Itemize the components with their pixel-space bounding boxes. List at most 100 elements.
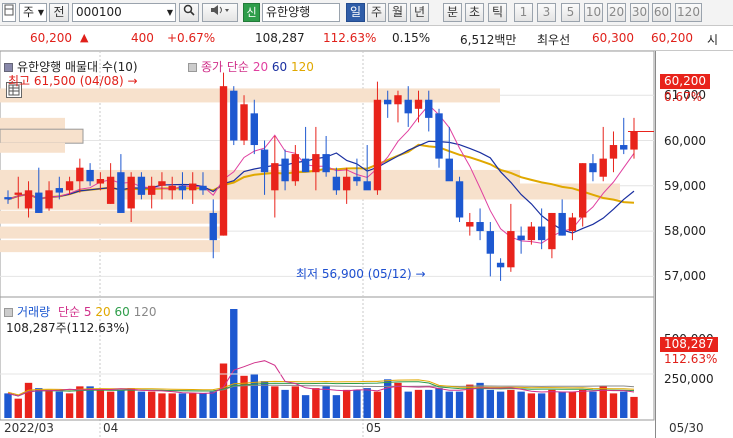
candle-body bbox=[4, 197, 12, 200]
interval-button-10[interactable]: 10 bbox=[584, 3, 603, 22]
period-tab-0[interactable]: 일 bbox=[346, 3, 365, 22]
low-marker-label: 최저 56,900 (05/12) → bbox=[296, 265, 426, 282]
volume-bar bbox=[55, 391, 64, 418]
candle-body bbox=[466, 222, 474, 227]
volume-bar bbox=[219, 363, 228, 418]
volume-profile-bar bbox=[0, 88, 500, 103]
volume-bar bbox=[271, 386, 279, 418]
stock-name-field[interactable]: 유한양행 bbox=[262, 3, 340, 22]
vol-ma20-label: 20 bbox=[95, 305, 111, 319]
speaker-icon[interactable] bbox=[202, 3, 238, 22]
candle-body bbox=[486, 231, 495, 254]
candle-body bbox=[35, 192, 43, 213]
period-tab-5[interactable]: 초 bbox=[465, 3, 484, 22]
volume-bar bbox=[496, 391, 505, 418]
interval-button-120[interactable]: 120 bbox=[675, 3, 702, 22]
interval-button-1[interactable]: 1 bbox=[514, 3, 533, 22]
candle-body bbox=[599, 158, 607, 177]
candle-body bbox=[281, 158, 289, 182]
interval-button-3[interactable]: 3 bbox=[537, 3, 556, 22]
candle-body bbox=[106, 176, 115, 204]
period-tab-4[interactable]: 분 bbox=[443, 3, 462, 22]
vol-ma120-label: 120 bbox=[133, 305, 157, 319]
interval-button-30[interactable]: 30 bbox=[630, 3, 649, 22]
period-select[interactable]: 주 ▼ bbox=[19, 3, 47, 22]
candle-body bbox=[630, 131, 638, 150]
volume-bar bbox=[301, 395, 310, 418]
volume-bar bbox=[322, 386, 330, 418]
interval-button-60[interactable]: 60 bbox=[652, 3, 671, 22]
price-volume-chart[interactable] bbox=[0, 51, 733, 438]
candle-body bbox=[568, 217, 577, 232]
candle-body bbox=[353, 176, 361, 182]
volume-bar bbox=[332, 395, 341, 418]
candle-body bbox=[199, 185, 207, 191]
candle-body bbox=[342, 176, 351, 191]
volume-bar bbox=[486, 389, 495, 418]
volume-bar bbox=[96, 389, 105, 418]
candle-body bbox=[76, 167, 84, 182]
grid-toggle-icon[interactable] bbox=[2, 3, 16, 22]
candle-body bbox=[322, 154, 330, 173]
volume-profile-bar bbox=[0, 226, 220, 239]
candle-body bbox=[620, 145, 628, 150]
volume-bar bbox=[199, 393, 207, 418]
legend-square-icon bbox=[188, 63, 197, 72]
candle-body bbox=[445, 158, 453, 182]
volume-bar bbox=[548, 389, 556, 418]
candle-body bbox=[312, 154, 320, 173]
volume-bar bbox=[127, 388, 135, 418]
volume-bar bbox=[527, 393, 536, 418]
period-tab-6[interactable]: 틱 bbox=[488, 3, 507, 22]
candle-body bbox=[589, 163, 597, 173]
arrow-right-icon: → bbox=[127, 74, 138, 88]
interval-button-20[interactable]: 20 bbox=[607, 3, 626, 22]
candle-body bbox=[609, 145, 618, 159]
volume-bar bbox=[137, 391, 146, 418]
period-tab-3[interactable]: 년 bbox=[410, 3, 429, 22]
interval-button-5[interactable]: 5 bbox=[561, 3, 580, 22]
volume-bar bbox=[425, 389, 433, 418]
stock-name: 유한양행 bbox=[266, 5, 311, 19]
period-tab-2[interactable]: 월 bbox=[388, 3, 407, 22]
best-ask: 60,300 bbox=[592, 31, 634, 45]
volume-bar bbox=[158, 393, 166, 418]
volume-bar bbox=[445, 391, 453, 418]
volume-bar bbox=[65, 393, 74, 418]
low-label: 최저 56,900 (05/12) bbox=[296, 267, 412, 281]
volume-bar bbox=[189, 393, 197, 418]
volume-bar bbox=[394, 382, 402, 418]
period-tab-1[interactable]: 주 bbox=[367, 3, 386, 22]
best-ask-label: 최우선 bbox=[537, 33, 571, 47]
high-marker-label: 최고 61,500 (04/08) → bbox=[8, 72, 138, 89]
candle-body bbox=[14, 192, 22, 195]
stock-code-value: 000100 bbox=[76, 5, 122, 19]
candle-body bbox=[271, 163, 279, 191]
prev-nav-button[interactable]: 전 bbox=[49, 3, 69, 22]
ma-legend-title: 종가 단순 bbox=[201, 60, 249, 74]
toolbar: 주 ▼ 전 000100 ▼ 신 유한양행 일주월년분초틱 1 3 5 10 20 30 6… bbox=[0, 0, 733, 26]
current-price-tag: 60,200 bbox=[660, 74, 710, 89]
volume-bar bbox=[589, 391, 597, 418]
credit-badge: 신 bbox=[243, 3, 260, 22]
candle-body bbox=[301, 158, 310, 173]
candle-body bbox=[404, 99, 412, 114]
price-tick-3: 58,000 bbox=[664, 224, 706, 239]
ma120-label: 120 bbox=[291, 60, 314, 74]
candle-body bbox=[24, 190, 33, 209]
volume-profile-bar bbox=[0, 210, 220, 224]
volume-bar bbox=[455, 391, 464, 418]
x-label-0: 2022/03 bbox=[4, 421, 54, 435]
volume-bar bbox=[209, 391, 217, 418]
search-icon[interactable] bbox=[179, 3, 199, 22]
candle-body bbox=[55, 188, 64, 193]
stock-code-input[interactable]: 000100 ▼ bbox=[72, 3, 176, 22]
volume-bar bbox=[404, 391, 412, 418]
candle-body bbox=[476, 222, 484, 232]
legend-square-icon bbox=[4, 308, 13, 317]
candle-body bbox=[158, 181, 166, 186]
current-pct-tag: 0.67% bbox=[664, 90, 703, 104]
volume-legend: 거래량 단순 5 20 60 120 bbox=[4, 303, 156, 320]
candle-body bbox=[168, 185, 176, 191]
volume-bar bbox=[4, 393, 12, 418]
